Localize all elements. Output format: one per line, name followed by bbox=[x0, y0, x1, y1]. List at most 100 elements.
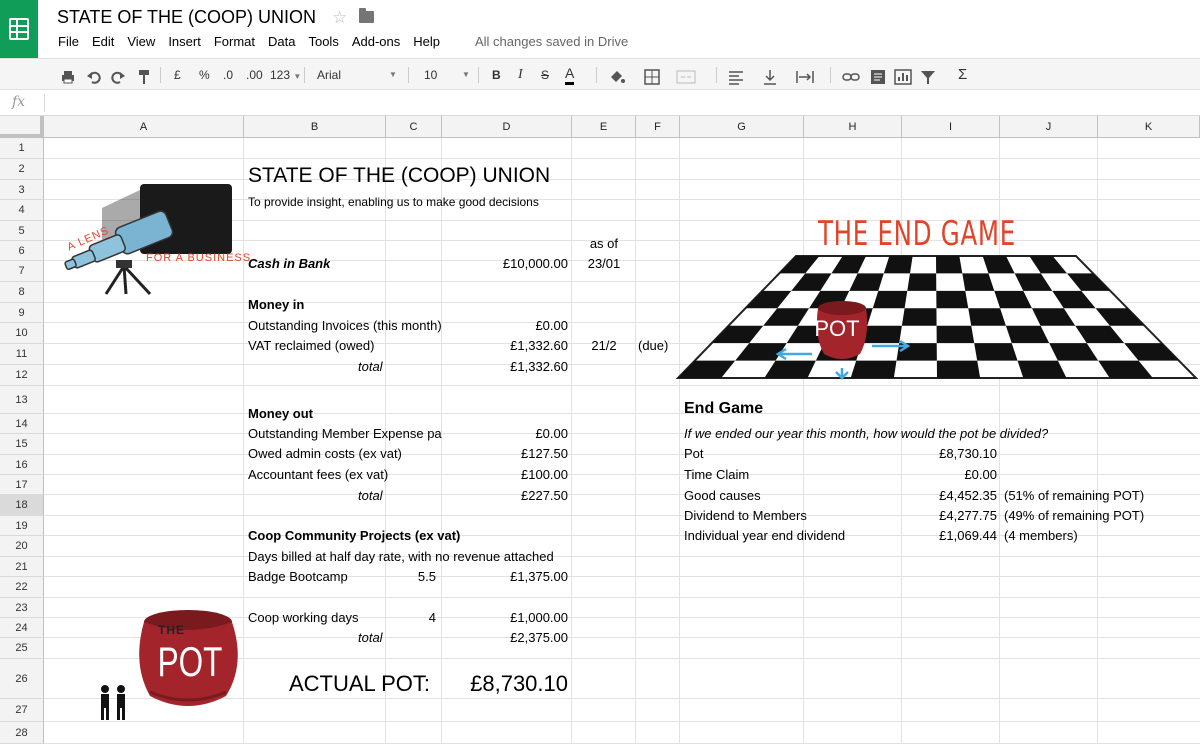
good-causes-note[interactable]: (51% of remaining POT) bbox=[1004, 488, 1144, 503]
row-header[interactable]: 8 bbox=[0, 282, 44, 303]
increase-decimal-button[interactable]: .00 bbox=[246, 65, 263, 85]
column-header-i[interactable]: I bbox=[902, 116, 1000, 138]
row-header[interactable]: 17 bbox=[0, 475, 44, 495]
vat-label[interactable]: VAT reclaimed (owed) bbox=[248, 338, 374, 353]
coop-days-value[interactable]: £1,000.00 bbox=[444, 610, 568, 625]
admin-costs-label[interactable]: Owed admin costs (ex vat) bbox=[248, 446, 402, 461]
member-expense-value[interactable]: £0.00 bbox=[444, 426, 568, 441]
row-header[interactable]: 25 bbox=[0, 638, 44, 659]
percent-button[interactable]: % bbox=[199, 65, 210, 85]
borders-icon[interactable] bbox=[644, 67, 660, 87]
vat-due[interactable]: (due) bbox=[638, 338, 668, 353]
row-header[interactable]: 19 bbox=[0, 516, 44, 536]
row-header[interactable]: 6 bbox=[0, 241, 44, 261]
badge-value[interactable]: £1,375.00 bbox=[444, 569, 568, 584]
cash-label[interactable]: Cash in Bank bbox=[248, 256, 330, 271]
formula-input[interactable] bbox=[52, 95, 1192, 111]
money-out-total-label[interactable]: total bbox=[358, 488, 383, 503]
good-causes-value[interactable]: £4,452.35 bbox=[902, 488, 997, 503]
admin-costs-value[interactable]: £127.50 bbox=[444, 446, 568, 461]
save-status[interactable]: All changes saved in Drive bbox=[475, 34, 628, 49]
functions-button[interactable]: Σ bbox=[958, 65, 967, 85]
individual-dividend-label[interactable]: Individual year end dividend bbox=[684, 528, 845, 543]
column-header-f[interactable]: F bbox=[636, 116, 680, 138]
font-size-select[interactable]: 10 ▼ bbox=[424, 65, 472, 85]
row-header[interactable]: 26 bbox=[0, 659, 44, 699]
menu-addons[interactable]: Add-ons bbox=[352, 34, 400, 49]
money-in-total-label[interactable]: total bbox=[358, 359, 383, 374]
cash-date[interactable]: 23/01 bbox=[572, 256, 636, 271]
days-note[interactable]: Days billed at half day rate, with no re… bbox=[248, 549, 554, 564]
column-header-j[interactable]: J bbox=[1000, 116, 1098, 138]
column-header-g[interactable]: G bbox=[680, 116, 804, 138]
star-icon[interactable]: ☆ bbox=[332, 8, 347, 28]
row-header[interactable]: 3 bbox=[0, 180, 44, 200]
row-header[interactable]: 13 bbox=[0, 386, 44, 414]
vat-value[interactable]: £1,332.60 bbox=[444, 338, 568, 353]
bold-button[interactable]: B bbox=[492, 65, 501, 85]
row-header[interactable]: 27 bbox=[0, 699, 44, 722]
projects-total-label[interactable]: total bbox=[358, 630, 383, 645]
text-wrap-icon[interactable] bbox=[796, 67, 814, 87]
decrease-decimal-button[interactable]: .0 bbox=[223, 65, 233, 85]
individual-dividend-value[interactable]: £1,069.44 bbox=[902, 528, 997, 543]
invoices-value[interactable]: £0.00 bbox=[444, 318, 568, 333]
vertical-align-icon[interactable] bbox=[762, 67, 778, 87]
row-header[interactable]: 21 bbox=[0, 557, 44, 577]
money-in-heading[interactable]: Money in bbox=[248, 297, 304, 312]
column-header-k[interactable]: K bbox=[1098, 116, 1200, 138]
menu-data[interactable]: Data bbox=[268, 34, 295, 49]
end-game-heading[interactable]: End Game bbox=[684, 400, 763, 418]
text-color-button[interactable]: A bbox=[565, 65, 575, 85]
actual-pot-label[interactable]: ACTUAL POT: bbox=[289, 671, 430, 697]
filter-icon[interactable] bbox=[920, 67, 936, 87]
row-header[interactable]: 10 bbox=[0, 323, 44, 344]
link-icon[interactable] bbox=[842, 67, 860, 87]
row-header[interactable]: 15 bbox=[0, 434, 44, 455]
member-expense-label[interactable]: Outstanding Member Expense pay bbox=[248, 426, 442, 441]
menu-tools[interactable]: Tools bbox=[308, 34, 338, 49]
dividend-note[interactable]: (49% of remaining POT) bbox=[1004, 508, 1144, 523]
column-header-d[interactable]: D bbox=[442, 116, 572, 138]
more-formats-button[interactable]: 123 ▼ bbox=[270, 65, 301, 85]
fill-color-icon[interactable] bbox=[608, 67, 626, 87]
time-claim-value[interactable]: £0.00 bbox=[902, 467, 997, 482]
badge-label[interactable]: Badge Bootcamp bbox=[248, 569, 348, 584]
column-header-c[interactable]: C bbox=[386, 116, 442, 138]
row-header[interactable]: 2 bbox=[0, 159, 44, 180]
money-out-heading[interactable]: Money out bbox=[248, 406, 313, 421]
row-header[interactable]: 7 bbox=[0, 261, 44, 282]
row-header[interactable]: 24 bbox=[0, 618, 44, 638]
column-header-b[interactable]: B bbox=[244, 116, 386, 138]
row-header[interactable]: 9 bbox=[0, 303, 44, 323]
currency-button[interactable]: £ bbox=[174, 65, 181, 85]
paint-format-icon[interactable] bbox=[136, 67, 152, 87]
menu-format[interactable]: Format bbox=[214, 34, 255, 49]
redo-icon[interactable] bbox=[110, 67, 126, 87]
chart-icon[interactable] bbox=[894, 67, 912, 87]
actual-pot-value[interactable]: £8,730.10 bbox=[444, 671, 568, 697]
row-header[interactable]: 16 bbox=[0, 455, 44, 475]
pot-value[interactable]: £8,730.10 bbox=[902, 446, 997, 461]
invoices-label[interactable]: Outstanding Invoices (this month) bbox=[248, 318, 442, 333]
comment-icon[interactable] bbox=[870, 67, 886, 87]
accountant-value[interactable]: £100.00 bbox=[444, 467, 568, 482]
sheets-logo[interactable] bbox=[0, 0, 38, 58]
cash-value[interactable]: £10,000.00 bbox=[444, 256, 568, 271]
money-out-total[interactable]: £227.50 bbox=[444, 488, 568, 503]
vat-date[interactable]: 21/2 bbox=[572, 338, 636, 353]
row-header[interactable]: 18 bbox=[0, 495, 44, 516]
projects-total[interactable]: £2,375.00 bbox=[444, 630, 568, 645]
good-causes-label[interactable]: Good causes bbox=[684, 488, 761, 503]
column-header-h[interactable]: H bbox=[804, 116, 902, 138]
undo-icon[interactable] bbox=[86, 67, 102, 87]
row-header[interactable]: 4 bbox=[0, 200, 44, 221]
select-all-corner[interactable] bbox=[0, 116, 44, 138]
row-header[interactable]: 28 bbox=[0, 722, 44, 744]
as-of-label[interactable]: as of bbox=[572, 236, 618, 251]
row-header[interactable]: 14 bbox=[0, 414, 44, 434]
menu-help[interactable]: Help bbox=[413, 34, 440, 49]
font-family-select[interactable]: Arial ▼ bbox=[317, 65, 399, 85]
row-header[interactable]: 1 bbox=[0, 138, 44, 159]
menu-view[interactable]: View bbox=[127, 34, 155, 49]
